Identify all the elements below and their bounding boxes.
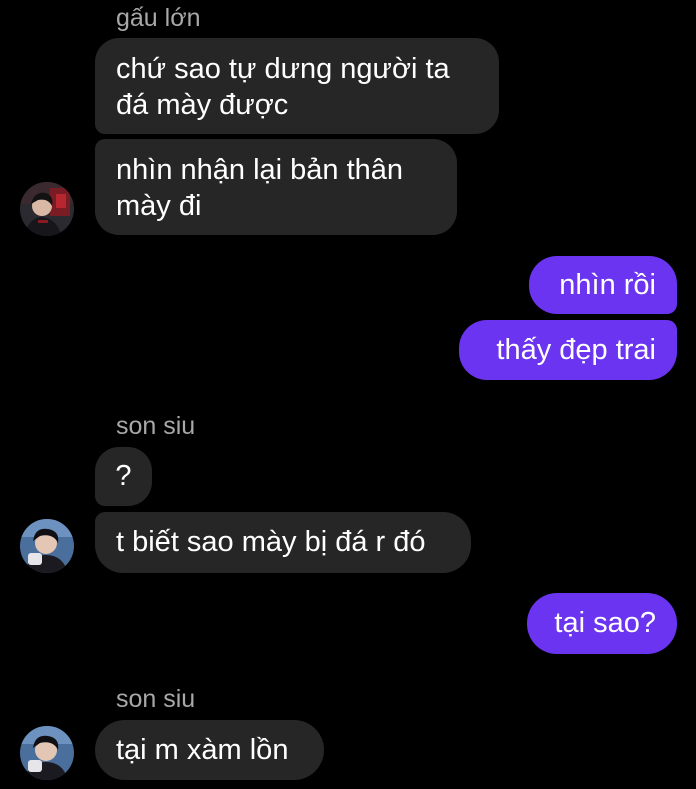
sender-avatar[interactable]: [20, 182, 74, 236]
user-avatar-icon: [20, 519, 74, 573]
sender-avatar[interactable]: [20, 519, 74, 573]
sender-name: son siu: [116, 685, 196, 713]
user-avatar-icon: [20, 182, 74, 236]
sender-avatar[interactable]: [20, 726, 74, 780]
sender-name: gấu lớn: [116, 4, 201, 32]
outgoing-message-bubble[interactable]: nhìn rồi: [529, 256, 677, 314]
outgoing-message-bubble[interactable]: tại sao?: [527, 593, 677, 654]
outgoing-message-bubble[interactable]: thấy đẹp trai: [459, 320, 677, 380]
sender-name: son siu: [116, 412, 196, 440]
incoming-message-bubble[interactable]: tại m xàm lồn: [95, 720, 324, 780]
incoming-message-bubble[interactable]: ?: [95, 447, 152, 506]
incoming-message-bubble[interactable]: chứ sao tự dưng người ta đá mày được: [95, 38, 499, 134]
user-avatar-icon: [20, 726, 74, 780]
incoming-message-bubble[interactable]: t biết sao mày bị đá r đó: [95, 512, 471, 573]
chat-screen: { "messages": { "group1": { "sender": "g…: [0, 0, 696, 789]
incoming-message-bubble[interactable]: nhìn nhận lại bản thân mày đi: [95, 139, 457, 235]
